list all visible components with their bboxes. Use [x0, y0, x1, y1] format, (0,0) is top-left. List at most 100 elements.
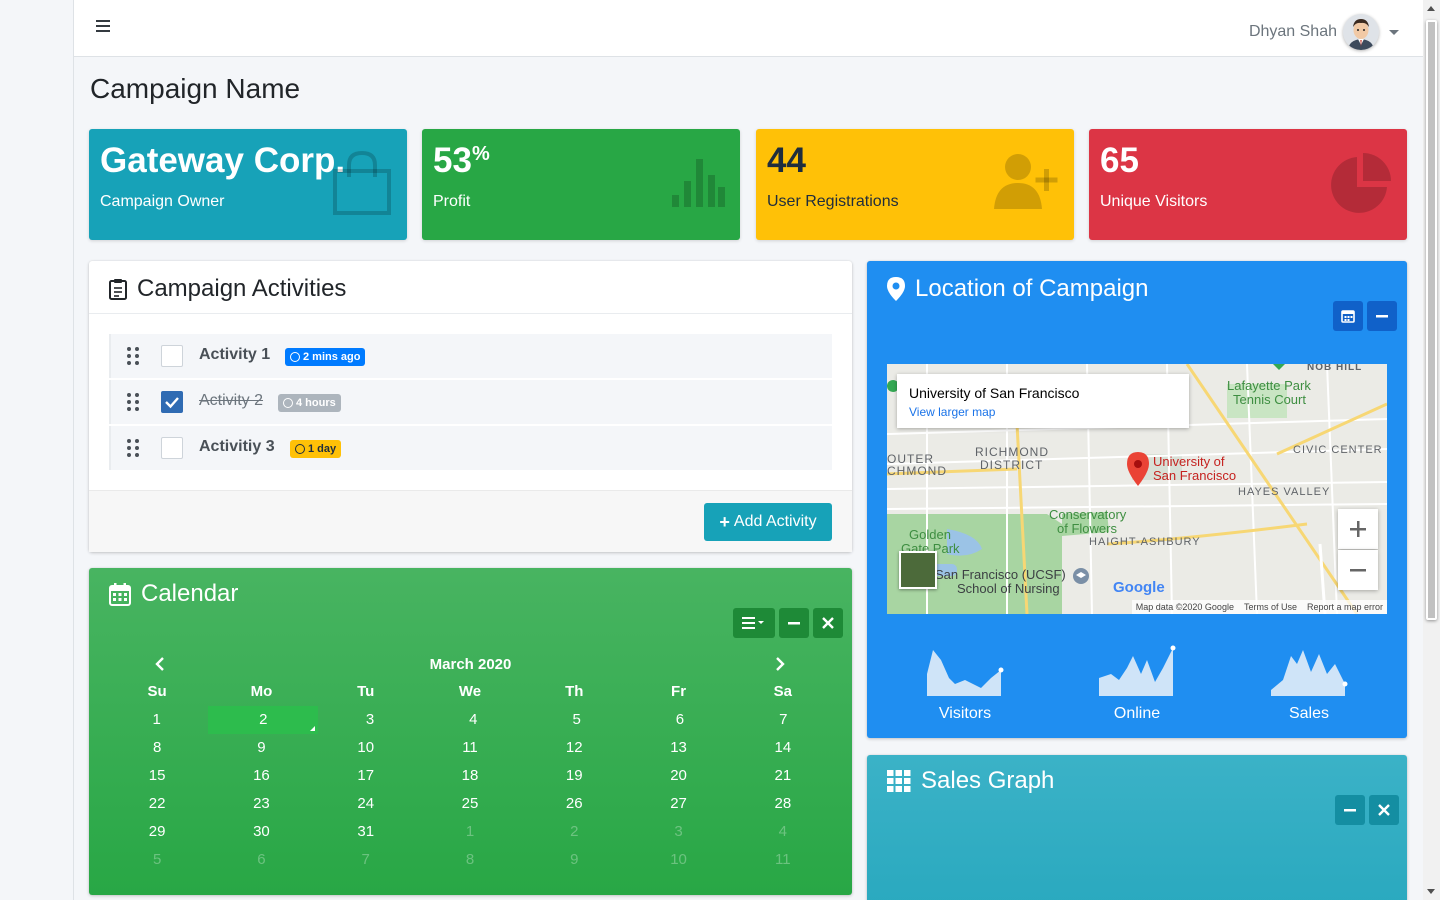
collapse-button[interactable]	[1335, 795, 1365, 825]
card-title: Sales Graph	[887, 767, 1054, 795]
weekday-label: Su	[147, 683, 167, 700]
calendar-day[interactable]: 28	[731, 790, 835, 818]
calendar-day[interactable]: 5	[525, 706, 628, 734]
calendar-day[interactable]: 7	[732, 706, 835, 734]
drag-handle-icon[interactable]	[127, 439, 141, 457]
calendar-day[interactable]: 15	[105, 762, 209, 790]
satellite-toggle[interactable]	[899, 551, 937, 589]
stat-label: User Registrations	[767, 193, 899, 210]
calendar-week-row: 5 6 7 8 9 10 11	[105, 846, 835, 874]
calendar-day[interactable]: 23	[209, 790, 313, 818]
activities-card: Campaign Activities Activity 1 2 mins ag…	[89, 261, 852, 552]
page-scrollbar[interactable]	[1423, 0, 1440, 900]
calendar-day[interactable]: 10	[626, 846, 730, 874]
calendar-day[interactable]: 2	[522, 818, 626, 846]
view-larger-map-link[interactable]: View larger map	[909, 405, 995, 419]
calendar-day[interactable]: 16	[209, 762, 313, 790]
calendar-day[interactable]: 10	[314, 734, 418, 762]
clock-icon	[283, 398, 293, 408]
collapse-button[interactable]	[1367, 301, 1397, 331]
user-plus-icon	[994, 151, 1060, 216]
calendar-day[interactable]: 6	[209, 846, 313, 874]
zoom-out-button[interactable]	[1338, 550, 1378, 590]
next-month-button[interactable]	[775, 654, 785, 677]
calendar-day[interactable]: 12	[522, 734, 626, 762]
minus-icon	[1344, 809, 1356, 812]
calendar-day[interactable]: 20	[626, 762, 730, 790]
clock-icon	[290, 352, 300, 362]
calendar-week-row: 15 16 17 18 19 20 21	[105, 762, 835, 790]
calendar-day[interactable]: 3	[318, 706, 421, 734]
calendar-day[interactable]: 9	[522, 846, 626, 874]
activity-checkbox[interactable]	[161, 437, 183, 459]
map-info-window: University of San Francisco View larger …	[897, 374, 1189, 428]
calendar-icon	[109, 582, 131, 606]
map-label: HAYES VALLEY	[1238, 486, 1331, 498]
scroll-down-icon[interactable]	[1427, 889, 1435, 894]
calendar-day[interactable]: 14	[731, 734, 835, 762]
map-label: School of Nursing	[957, 581, 1060, 596]
activity-checkbox[interactable]	[161, 391, 183, 413]
stat-box-owner: Gateway Corp. Campaign Owner	[89, 129, 407, 240]
avatar	[1343, 14, 1379, 50]
calendar-day[interactable]: 7	[314, 846, 418, 874]
close-icon	[822, 617, 834, 629]
bar-chart-icon	[670, 151, 726, 212]
calendar-day[interactable]: 8	[418, 846, 522, 874]
calendar-day[interactable]: 17	[314, 762, 418, 790]
minus-icon	[1350, 569, 1366, 572]
calendar-day[interactable]: 3	[626, 818, 730, 846]
calendar-day[interactable]: 11	[731, 846, 835, 874]
calendar-day[interactable]: 22	[105, 790, 209, 818]
sales-sparkline	[1269, 644, 1349, 701]
calendar-day[interactable]: 1	[105, 706, 208, 734]
calendar-month-label: March 2020	[429, 656, 512, 673]
calendar-day[interactable]: 18	[418, 762, 522, 790]
map-label: Lafayette Park	[1227, 378, 1311, 393]
scroll-up-icon[interactable]	[1427, 6, 1435, 11]
zoom-in-button[interactable]	[1338, 509, 1378, 549]
calendar-day[interactable]: 25	[418, 790, 522, 818]
calendar-day[interactable]: 4	[731, 818, 835, 846]
calendar-menu-button[interactable]	[733, 608, 775, 638]
scrollbar-thumb[interactable]	[1426, 20, 1437, 620]
card-title: Calendar	[109, 580, 238, 608]
close-button[interactable]	[813, 608, 843, 638]
menu-toggle-icon[interactable]	[96, 20, 112, 34]
calendar-day[interactable]: 5	[105, 846, 209, 874]
calendar-day[interactable]: 6	[628, 706, 731, 734]
date-range-button[interactable]	[1333, 301, 1363, 331]
stat-label: Profit	[433, 193, 471, 210]
map-label: RICHMOND	[975, 445, 1049, 459]
calendar-day[interactable]: 1	[418, 818, 522, 846]
calendar-day[interactable]: 29	[105, 818, 209, 846]
calendar-day[interactable]: 2	[208, 706, 319, 734]
calendar-day[interactable]: 26	[522, 790, 626, 818]
add-activity-button[interactable]: + Add Activity	[704, 503, 832, 541]
collapse-button[interactable]	[779, 608, 809, 638]
calendar-day[interactable]: 9	[209, 734, 313, 762]
calendar-day[interactable]: 27	[626, 790, 730, 818]
drag-handle-icon[interactable]	[127, 393, 141, 411]
weekday-label: Th	[565, 683, 584, 700]
user-menu[interactable]: Dhyan Shah	[1249, 14, 1399, 50]
calendar-day[interactable]: 19	[522, 762, 626, 790]
clipboard-icon	[109, 278, 127, 300]
calendar-day[interactable]: 8	[105, 734, 209, 762]
top-navbar: Dhyan Shah	[74, 0, 1423, 57]
calendar-day[interactable]: 4	[422, 706, 525, 734]
calendar-day[interactable]: 21	[731, 762, 835, 790]
calendar-day[interactable]: 31	[314, 818, 418, 846]
sparkline-label: Visitors	[938, 705, 992, 722]
close-button[interactable]	[1369, 795, 1399, 825]
visitors-sparkline	[925, 644, 1005, 701]
google-logo: Google	[1113, 579, 1165, 596]
calendar-day[interactable]: 30	[209, 818, 313, 846]
drag-handle-icon[interactable]	[127, 347, 141, 365]
calendar-day[interactable]: 11	[418, 734, 522, 762]
calendar-day[interactable]: 24	[314, 790, 418, 818]
calendar-day[interactable]: 13	[626, 734, 730, 762]
activity-checkbox[interactable]	[161, 345, 183, 367]
campaign-map[interactable]: University of San Francisco View larger …	[887, 364, 1387, 614]
map-label: Tennis Court	[1233, 392, 1306, 407]
